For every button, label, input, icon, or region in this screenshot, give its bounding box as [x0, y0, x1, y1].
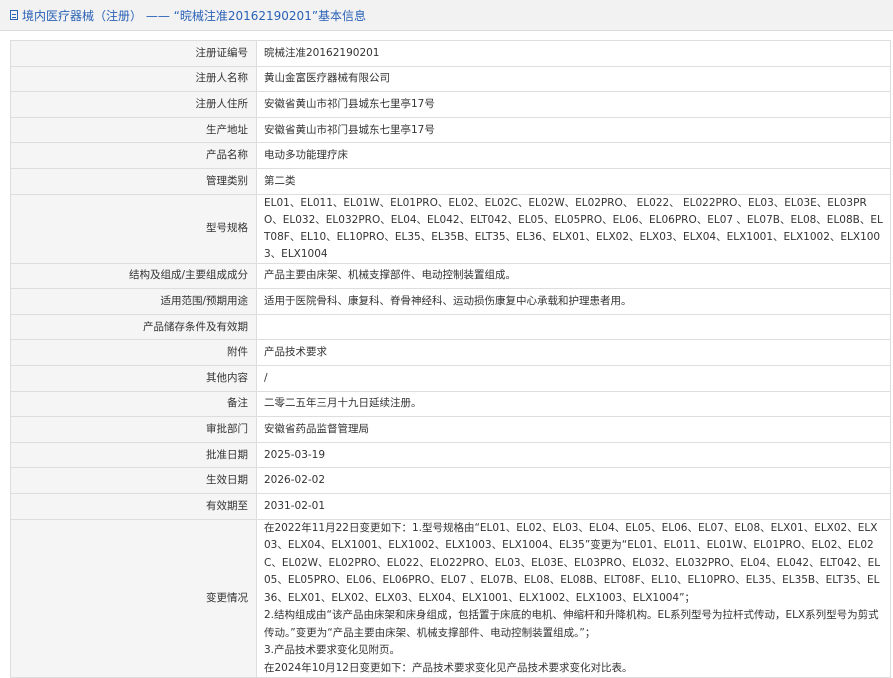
field-label: 结构及组成/主要组成成分 — [10, 262, 257, 290]
field-label: 审批部门 — [10, 416, 257, 443]
field-label: 生效日期 — [10, 467, 257, 494]
field-value: 安徽省黄山市祁门县城东七里亭17号 — [256, 91, 891, 118]
field-value: 第二类 — [256, 167, 891, 195]
field-label: 型号规格 — [10, 193, 257, 264]
field-label: 注册证编号 — [10, 40, 257, 67]
field-label: 适用范围/预期用途 — [10, 288, 257, 315]
change-line: 2.结构组成由“该产品由床架和床身组成，包括置于床底的电机、伸缩杆和升降机构。E… — [264, 609, 879, 639]
field-value: 安徽省黄山市祁门县城东七里亭17号 — [256, 116, 891, 144]
field-value: 产品技术要求 — [256, 339, 891, 366]
field-label: 有效期至 — [10, 492, 257, 520]
field-value: 二零二五年三月十九日延续注册。 — [256, 390, 891, 418]
change-details: 在2022年11月22日变更如下：1.型号规格由“EL01、EL02、EL03、… — [256, 518, 891, 678]
table-row: 注册证编号 晥械注准20162190201 — [10, 40, 891, 67]
table-row: 审批部门 安徽省药品监督管理局 — [10, 416, 891, 443]
table-row-change: 变更情况 在2022年11月22日变更如下：1.型号规格由“EL01、EL02、… — [10, 518, 891, 678]
change-line: 在2022年11月22日变更如下：1.型号规格由“EL01、EL02、EL03、… — [264, 521, 881, 604]
field-label: 其他内容 — [10, 364, 257, 392]
field-label: 产品储存条件及有效期 — [10, 313, 257, 341]
info-table: 注册证编号 晥械注准20162190201 注册人名称 黄山金富医疗器械有限公司… — [10, 40, 891, 678]
field-value: 适用于医院骨科、康复科、脊骨神经科、运动损伤康复中心承载和护理患者用。 — [256, 288, 891, 315]
field-value: 2031-02-01 — [256, 492, 891, 520]
table-row: 有效期至 2031-02-01 — [10, 492, 891, 520]
field-label: 注册人住所 — [10, 91, 257, 118]
field-label: 管理类别 — [10, 167, 257, 195]
field-label: 注册人名称 — [10, 65, 257, 93]
field-label: 变更情况 — [10, 518, 257, 678]
table-row: 备注 二零二五年三月十九日延续注册。 — [10, 390, 891, 418]
field-value: 黄山金富医疗器械有限公司 — [256, 65, 891, 93]
field-label: 附件 — [10, 339, 257, 366]
table-row: 适用范围/预期用途 适用于医院骨科、康复科、脊骨神经科、运动损伤康复中心承载和护… — [10, 288, 891, 315]
info-table-wrapper: 注册证编号 晥械注准20162190201 注册人名称 黄山金富医疗器械有限公司… — [10, 40, 891, 678]
page-title: 境内医疗器械（注册） —— “晥械注准20162190201”基本信息 — [22, 8, 367, 23]
table-row: 生产地址 安徽省黄山市祁门县城东七里亭17号 — [10, 116, 891, 144]
field-label: 批准日期 — [10, 441, 257, 469]
table-row: 注册人名称 黄山金富医疗器械有限公司 — [10, 65, 891, 93]
field-label: 产品名称 — [10, 142, 257, 169]
change-line: 3.产品技术要求变化见附页。 — [264, 644, 401, 656]
table-row: 产品名称 电动多功能理疗床 — [10, 142, 891, 169]
field-value — [256, 313, 891, 341]
table-row: 产品储存条件及有效期 — [10, 313, 891, 341]
field-label: 生产地址 — [10, 116, 257, 144]
change-line: 在2024年10月12日变更如下：产品技术要求变化见产品技术要求变化对比表。 — [264, 661, 633, 674]
table-row: 注册人住所 安徽省黄山市祁门县城东七里亭17号 — [10, 91, 891, 118]
table-row: 管理类别 第二类 — [10, 167, 891, 195]
field-value: 电动多功能理疗床 — [256, 142, 891, 169]
table-row: 结构及组成/主要组成成分 产品主要由床架、机械支撑部件、电动控制装置组成。 — [10, 262, 891, 290]
document-icon — [10, 10, 18, 20]
table-row: 附件 产品技术要求 — [10, 339, 891, 366]
field-label: 备注 — [10, 390, 257, 418]
field-value: 2025-03-19 — [256, 441, 891, 469]
table-row: 生效日期 2026-02-02 — [10, 467, 891, 494]
field-value: 晥械注准20162190201 — [256, 40, 891, 67]
field-value: 产品主要由床架、机械支撑部件、电动控制装置组成。 — [256, 262, 891, 290]
field-value: EL01、EL011、EL01W、EL01PRO、EL02、EL02C、EL02… — [256, 193, 891, 264]
field-value: 2026-02-02 — [256, 467, 891, 494]
table-row: 其他内容 / — [10, 364, 891, 392]
table-row: 批准日期 2025-03-19 — [10, 441, 891, 469]
field-value: / — [256, 364, 891, 392]
table-row: 型号规格 EL01、EL011、EL01W、EL01PRO、EL02、EL02C… — [10, 193, 891, 264]
field-value: 安徽省药品监督管理局 — [256, 416, 891, 443]
page-header: 境内医疗器械（注册） —— “晥械注准20162190201”基本信息 — [0, 0, 893, 31]
